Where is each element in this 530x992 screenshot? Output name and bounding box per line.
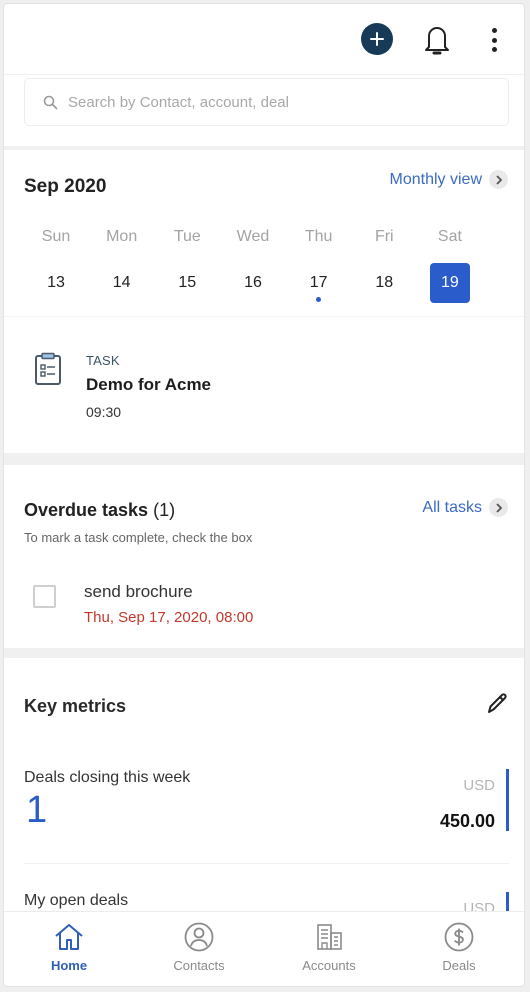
task-title: Demo for Acme [86,375,212,394]
overdue-task-due-date: Thu, Sep 17, 2020, 08:00 [84,609,254,626]
nav-contacts[interactable]: Contacts [134,912,264,986]
nav-label: Deals [442,958,476,973]
bell-icon [425,27,449,55]
monthly-view-link[interactable]: Monthly view [390,170,508,189]
more-menu-button[interactable] [488,25,500,55]
clipboard-list-icon [35,352,61,385]
day-number: 19 [441,274,459,291]
dollar-circle-icon [444,922,474,952]
all-tasks-link[interactable]: All tasks [422,498,508,517]
day-number: 17 [309,274,328,291]
calendar-day[interactable]: 16 [233,263,273,303]
calendar-day[interactable]: 14 [102,263,142,303]
key-metrics-title: Key metrics [24,696,127,716]
kebab-dot [491,37,497,43]
search-section [4,74,524,146]
calendar-day-selected[interactable]: 19 [429,263,470,303]
weekday-header: Sun Mon Tue Wed Thu Fri Sat [36,228,470,246]
calendar-card: Sep 2020 Monthly view Sun Mon Tue Wed Th… [4,150,524,316]
monthly-view-label: Monthly view [389,170,482,188]
all-tasks-label: All tasks [422,498,482,516]
nav-label: Accounts [302,958,356,973]
contact-icon [184,922,214,952]
task-complete-checkbox[interactable] [33,585,56,608]
notifications-button[interactable] [420,22,454,58]
weekday-label: Mon [106,228,138,245]
weekday-label: Sat [437,228,462,245]
search-icon [43,95,58,109]
kebab-dot [491,28,497,33]
calendar-day[interactable]: 18 [364,263,404,303]
event-indicator-dot [316,297,322,302]
kebab-dot [491,47,497,52]
overdue-task-name[interactable]: send brochure [84,582,193,602]
day-number: 18 [375,274,394,291]
nav-label: Contacts [173,958,225,973]
plus-icon [370,32,384,46]
pencil-icon[interactable] [484,691,510,717]
chevron-right-icon [489,170,508,189]
home-icon [55,924,83,950]
divider [24,863,509,864]
calendar-month-title: Sep 2020 [24,176,107,197]
bottom-navigation: Home Contacts Accounts Deals [4,911,524,986]
weekday-label: Sun [41,228,71,245]
task-time: 09:30 [86,404,122,420]
top-bar [4,4,524,74]
search-box[interactable] [24,78,509,126]
calendar-day[interactable]: 15 [167,263,207,303]
agenda-task-item[interactable]: TASK Demo for Acme 09:30 [4,316,524,453]
weekday-label: Thu [304,228,333,245]
day-number: 15 [178,274,197,291]
app-frame: Sep 2020 Monthly view Sun Mon Tue Wed Th… [3,3,525,987]
overdue-subtitle: To mark a task complete, check the box [24,530,253,545]
metric-my-open-deals[interactable]: My open deals USD [24,892,509,954]
overdue-tasks-title: Overdue tasks (1) [24,500,175,521]
metric-count: 1 [26,789,48,831]
building-icon [317,924,342,950]
search-input[interactable] [68,93,468,111]
nav-deals[interactable]: Deals [394,912,524,986]
task-type-label: TASK [86,353,120,368]
metric-accent-bar [506,769,509,831]
week-days-row: 13 14 15 16 17 18 19 [36,263,470,303]
weekday-label: Fri [374,228,394,245]
metric-currency: USD [463,777,495,794]
calendar-day[interactable]: 13 [36,263,76,303]
weekday-label: Wed [236,228,270,245]
metric-label: My open deals [24,892,129,909]
overdue-count: (1) [153,500,176,520]
nav-accounts[interactable]: Accounts [264,912,394,986]
metric-label: Deals closing this week [24,769,191,786]
metric-deals-closing-this-week[interactable]: Deals closing this week 1 USD 450.00 [24,769,509,839]
key-metrics-card: Key metrics Deals closing this week 1 US… [4,658,524,954]
day-number: 13 [47,274,65,291]
overdue-tasks-card: Overdue tasks (1) All tasks To mark a ta… [4,465,524,648]
day-number: 16 [244,274,262,291]
day-number: 14 [112,274,131,291]
nav-label: Home [50,958,88,973]
add-button[interactable] [361,23,393,55]
overdue-title-text: Overdue tasks [24,500,149,520]
nav-home[interactable]: Home [4,912,134,986]
metric-amount: 450.00 [439,811,495,831]
weekday-label: Tue [173,228,201,245]
calendar-day[interactable]: 17 [299,263,339,303]
chevron-right-icon [489,498,508,517]
